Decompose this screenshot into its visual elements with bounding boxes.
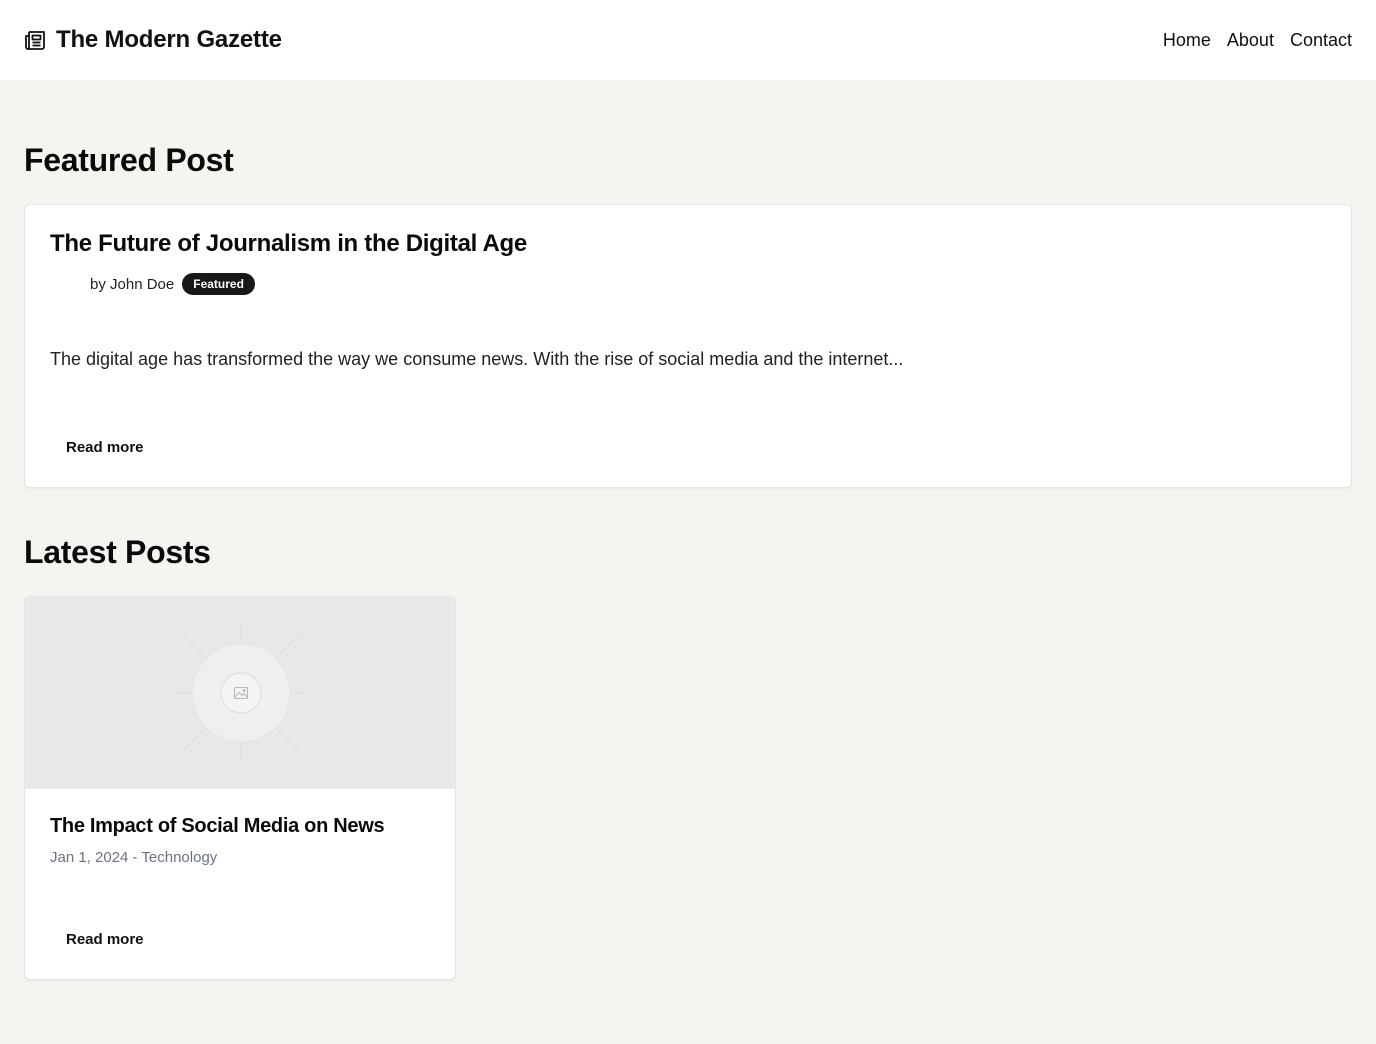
featured-section-heading: Featured Post (24, 142, 234, 178)
featured-post-title[interactable]: The Future of Journalism in the Digital … (50, 230, 527, 258)
featured-read-more-button[interactable]: Read more (50, 431, 160, 464)
latest-section-heading: Latest Posts (24, 534, 211, 570)
latest-read-more-button[interactable]: Read more (50, 923, 160, 956)
site-header: The Modern Gazette Home About Contact (0, 0, 1376, 80)
brand[interactable]: The Modern Gazette (24, 26, 282, 54)
post-date: Jan 1, 2024 (50, 849, 129, 866)
featured-post-meta: by John Doe Featured (50, 272, 255, 296)
site-title: The Modern Gazette (56, 26, 282, 53)
main-nav: Home About Contact (1163, 30, 1352, 51)
latest-post-title[interactable]: The Impact of Social Media on News (50, 815, 385, 838)
meta-separator: - (132, 849, 138, 866)
post-author: by John Doe (90, 275, 175, 293)
latest-post-card: The Impact of Social Media on News Jan 1… (24, 596, 456, 980)
post-category: Technology (141, 849, 218, 866)
post-thumbnail[interactable] (25, 597, 455, 789)
author-avatar (50, 272, 82, 296)
nav-contact-link[interactable]: Contact (1290, 30, 1352, 51)
newspaper-icon (24, 29, 46, 51)
nav-home-link[interactable]: Home (1163, 30, 1211, 51)
featured-post-excerpt: The digital age has transformed the way … (50, 349, 904, 369)
latest-post-meta: Jan 1, 2024 - Technology (50, 849, 217, 866)
featured-post-card: The Future of Journalism in the Digital … (24, 204, 1352, 488)
image-placeholder-icon (175, 625, 307, 761)
nav-about-link[interactable]: About (1227, 30, 1274, 51)
featured-badge: Featured (182, 273, 255, 295)
